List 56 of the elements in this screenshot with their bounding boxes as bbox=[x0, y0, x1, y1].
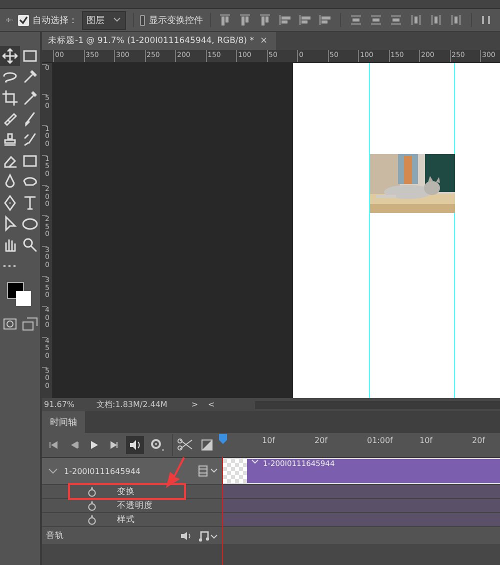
distribute-icon[interactable] bbox=[408, 13, 423, 27]
caret-icon[interactable] bbox=[112, 17, 121, 23]
timeline-tab[interactable]: 时间轴 bbox=[42, 411, 85, 433]
time-label: 01:00f bbox=[367, 435, 394, 445]
checkbox-label: 自动选择： bbox=[32, 14, 78, 26]
transparent-thumbnail bbox=[223, 459, 247, 483]
align-icon[interactable] bbox=[238, 13, 252, 27]
crop-icon[interactable] bbox=[0, 88, 20, 108]
checkbox[interactable] bbox=[140, 14, 145, 26]
speaker-icon[interactable] bbox=[126, 436, 144, 454]
document-size: 文档:1.83M/2.44M bbox=[96, 399, 168, 410]
distribute-icon[interactable] bbox=[348, 13, 363, 27]
property-row[interactable]: 不透明度 bbox=[42, 498, 222, 512]
align-icon[interactable] bbox=[318, 13, 332, 27]
zoom-level: 91.67% bbox=[44, 400, 75, 409]
document-tab[interactable]: 未标题-1 @ 91.7% (1-200I0111645944, RGB/8) * × bbox=[42, 32, 276, 50]
layer-row[interactable]: 1-200I0111645944 bbox=[42, 457, 222, 484]
playhead-handle[interactable] bbox=[218, 433, 228, 445]
property-row[interactable]: 样式 bbox=[42, 512, 222, 526]
transition-icon[interactable] bbox=[199, 437, 215, 453]
distribute-icon[interactable] bbox=[388, 13, 403, 27]
distribute-icon[interactable] bbox=[479, 13, 493, 27]
stopwatch-icon[interactable] bbox=[87, 500, 97, 510]
property-row[interactable]: 变换 bbox=[42, 484, 222, 498]
scissors-icon[interactable] bbox=[177, 437, 195, 453]
align-icon[interactable] bbox=[258, 13, 272, 27]
track-name: 音轨 bbox=[46, 530, 65, 542]
audio-track-row[interactable]: 音轨 bbox=[42, 526, 222, 544]
annotation-arrow bbox=[165, 457, 187, 489]
time-label: 20f bbox=[314, 435, 329, 445]
checkbox-label: 显示变换控件 bbox=[148, 14, 203, 26]
property-name: 不透明度 bbox=[117, 500, 153, 512]
chevron-icon[interactable] bbox=[48, 467, 58, 475]
close-button[interactable]: × bbox=[260, 36, 268, 46]
layer-name: 1-200I0111645944 bbox=[64, 466, 142, 476]
distribute-icon[interactable] bbox=[428, 13, 443, 27]
stopwatch-icon[interactable] bbox=[87, 486, 97, 496]
music-note-icon[interactable] bbox=[198, 530, 218, 542]
prev-arrow[interactable]: < bbox=[208, 400, 215, 409]
time-label: 10f bbox=[420, 435, 434, 445]
distribute-icon[interactable] bbox=[368, 13, 383, 27]
move-icon[interactable] bbox=[0, 46, 20, 66]
stopwatch-icon[interactable] bbox=[87, 514, 97, 524]
film-icon[interactable] bbox=[198, 465, 218, 477]
time-label: 10f bbox=[262, 435, 276, 445]
align-icon[interactable] bbox=[218, 13, 232, 27]
distribute-icon[interactable] bbox=[448, 13, 463, 27]
time-label: 20f bbox=[472, 435, 486, 445]
layer-dropdown[interactable]: 图层 bbox=[82, 10, 126, 30]
chevron-icon bbox=[251, 459, 259, 465]
align-icon[interactable] bbox=[278, 13, 292, 27]
property-name: 样式 bbox=[117, 514, 135, 526]
property-name: 变换 bbox=[117, 486, 135, 498]
align-icon[interactable] bbox=[298, 13, 312, 27]
checkbox[interactable] bbox=[18, 14, 29, 26]
next-arrow[interactable]: > bbox=[191, 400, 198, 409]
